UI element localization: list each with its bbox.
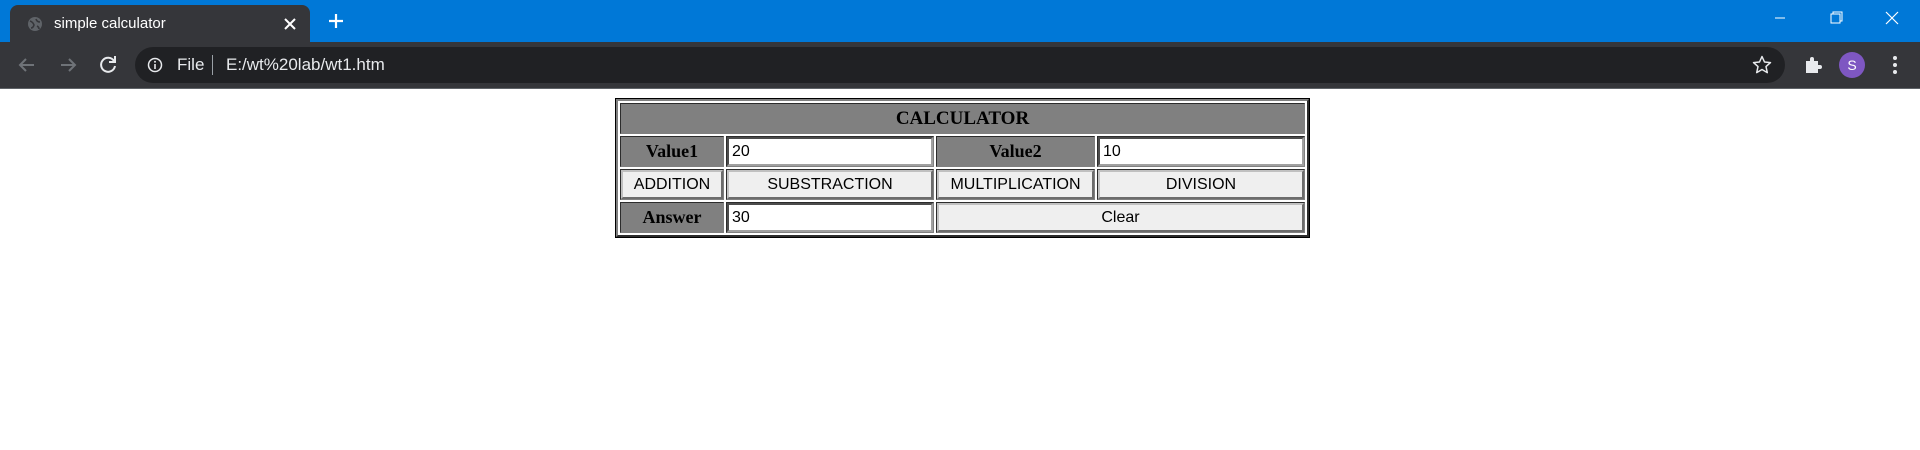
subtraction-button[interactable]: SUBSTRACTION xyxy=(727,170,933,199)
value1-label: Value1 xyxy=(620,136,724,167)
calculator-table: CALCULATOR Value1 Value2 ADDITION SUBSTR… xyxy=(615,98,1310,238)
back-arrow-icon[interactable] xyxy=(13,51,41,79)
close-icon[interactable] xyxy=(278,12,302,36)
toolbar-divider xyxy=(0,88,1920,89)
calculator-heading: CALCULATOR xyxy=(620,103,1305,134)
calculator: CALCULATOR Value1 Value2 ADDITION SUBSTR… xyxy=(615,98,1310,238)
url-scheme: File xyxy=(177,55,205,74)
addition-button[interactable]: ADDITION xyxy=(621,170,723,199)
url-divider xyxy=(212,55,213,75)
address-bar[interactable]: File E:/wt%20lab/wt1.htm xyxy=(135,47,1785,83)
close-window-icon[interactable] xyxy=(1864,0,1920,36)
minimize-icon[interactable] xyxy=(1752,0,1808,36)
forward-arrow-icon[interactable] xyxy=(54,51,82,79)
division-button[interactable]: DIVISION xyxy=(1098,170,1304,199)
plus-icon[interactable] xyxy=(324,9,348,33)
tab-title: simple calculator xyxy=(54,15,166,32)
answer-input[interactable] xyxy=(727,203,933,232)
restore-icon[interactable] xyxy=(1808,0,1864,36)
browser-tab[interactable]: simple calculator xyxy=(10,5,310,42)
kebab-menu-icon[interactable] xyxy=(1882,52,1908,78)
url-text[interactable]: E:/wt%20lab/wt1.htm xyxy=(226,55,385,75)
clear-button[interactable]: Clear xyxy=(937,203,1304,232)
answer-label: Answer xyxy=(620,202,724,233)
avatar[interactable]: S xyxy=(1839,52,1865,78)
value2-label: Value2 xyxy=(936,136,1095,167)
reload-icon[interactable] xyxy=(94,51,122,79)
multiplication-button[interactable]: MULTIPLICATION xyxy=(937,170,1094,199)
browser-toolbar: File E:/wt%20lab/wt1.htm S xyxy=(0,42,1920,88)
value2-input[interactable] xyxy=(1098,137,1304,166)
browser-titlebar: simple calculator xyxy=(0,0,1920,42)
globe-icon xyxy=(28,17,42,31)
value1-input[interactable] xyxy=(727,137,933,166)
info-icon[interactable] xyxy=(147,57,163,73)
puzzle-icon[interactable] xyxy=(1800,52,1826,78)
star-icon[interactable] xyxy=(1751,54,1773,76)
